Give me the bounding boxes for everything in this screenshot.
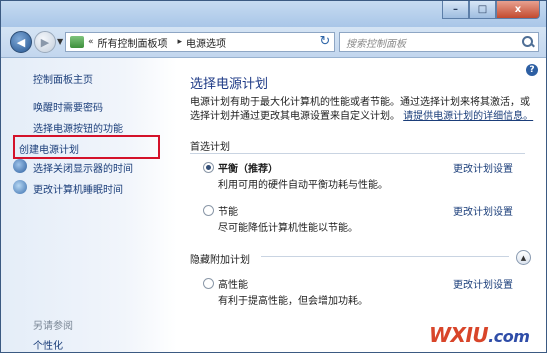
caption-buttons: – □ x [442,1,540,19]
collapse-chevron-icon[interactable]: ▲ [516,250,531,265]
page-title: 选择电源计划 [190,77,269,92]
breadcrumb-all-items[interactable]: 所有控制面板项 [98,35,168,50]
title-bar: – □ x [1,1,546,27]
plan-desc-balanced: 利用可用的硬件自动平衡功耗与性能。 [218,180,388,191]
sidebar-item-power-buttons[interactable]: 选择电源按钮的功能 [33,120,123,135]
sidebar-item-require-password[interactable]: 唤醒时需要密码 [33,99,103,114]
change-plan-settings-balanced[interactable]: 更改计划设置 [453,160,513,175]
help-icon[interactable]: ? [526,64,538,76]
sidebar-item-sleep-time[interactable]: 更改计算机睡眠时间 [33,181,123,196]
plan-name-balanced[interactable]: 平衡（推荐） [218,160,278,175]
navigation-bar: ◀ ▶ ▼ « 所有控制面板项 ▸ 电源选项 ↻ 搜索控制面板 [1,27,546,58]
sidebar-item-control-panel-home[interactable]: 控制面板主页 [33,71,93,86]
watermark-text: WXIU [429,323,489,347]
plan-desc-high-performance: 有利于提高性能，但会增加功耗。 [218,296,368,307]
plan-name-high-performance[interactable]: 高性能 [218,276,248,291]
sidebar: 控制面板主页 唤醒时需要密码 选择电源按钮的功能 创建电源计划 选择关闭显示器的… [1,58,177,352]
address-bar[interactable]: « 所有控制面板项 ▸ 电源选项 [65,32,335,52]
change-plan-settings-power-saver[interactable]: 更改计划设置 [453,203,513,218]
change-plan-settings-high-performance[interactable]: 更改计划设置 [453,276,513,291]
section-divider [190,153,525,154]
plan-radio-power-saver[interactable] [203,205,214,216]
hidden-plans-heading[interactable]: 隐藏附加计划 [190,251,250,266]
close-button[interactable]: x [496,1,540,19]
section-divider [261,256,509,257]
recent-pages-chevron-icon[interactable]: ▼ [57,37,63,46]
breadcrumb-power-options[interactable]: 电源选项 [186,35,226,50]
search-box[interactable]: 搜索控制面板 [339,32,539,52]
see-also-heading: 另请参阅 [33,321,73,332]
search-input[interactable]: 搜索控制面板 [346,35,521,50]
plan-radio-high-performance[interactable] [203,278,214,289]
refresh-icon[interactable]: ↻ [316,32,334,50]
plan-radio-balanced[interactable] [203,162,214,173]
page-description: 电源计划有助于最大化计算机的性能或者节能。通过选择计划来将其激活，或 选择计划并… [190,96,540,124]
breadcrumb-separator-icon[interactable]: ▸ [178,37,183,47]
watermark-logo: WXIU.com [429,323,530,347]
back-button[interactable]: ◀ [10,31,32,53]
breadcrumb-overflow-icon[interactable]: « [88,37,94,47]
description-line-2: 选择计划并通过更改其电源设置来自定义计划。 [190,111,400,122]
moon-icon [13,180,27,194]
plan-details-link[interactable]: 请提供电源计划的详细信息。 [403,111,533,122]
sidebar-item-personalization[interactable]: 个性化 [33,337,63,352]
watermark-suffix: .com [488,327,530,346]
description-line-1: 电源计划有助于最大化计算机的性能或者节能。通过选择计划来将其激活，或 [190,97,530,108]
monitor-icon [13,159,27,173]
plan-desc-power-saver: 尽可能降低计算机性能以节能。 [218,223,358,234]
main-content: ? 选择电源计划 电源计划有助于最大化计算机的性能或者节能。通过选择计划来将其激… [177,58,546,352]
plan-name-power-saver[interactable]: 节能 [218,203,238,218]
preferred-plans-heading: 首选计划 [190,142,230,153]
highlight-box [13,135,160,159]
forward-button[interactable]: ▶ [34,31,56,53]
sidebar-item-display-off-time[interactable]: 选择关闭显示器的时间 [33,160,133,175]
maximize-button[interactable]: □ [469,1,496,19]
control-panel-icon [70,36,84,48]
search-icon[interactable] [521,35,535,49]
minimize-button[interactable]: – [442,1,469,19]
power-options-window: – □ x ◀ ▶ ▼ « 所有控制面板项 ▸ 电源选项 ↻ 搜索控制面板 控制… [0,0,547,353]
